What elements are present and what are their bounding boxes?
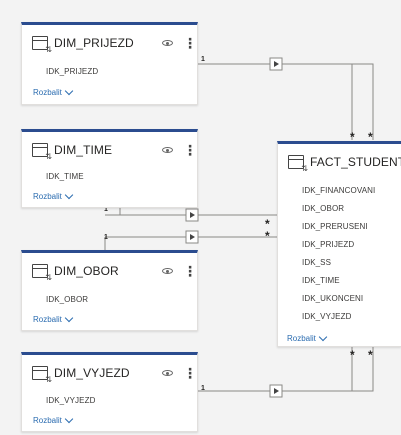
expand-link[interactable]: Rozbalit: [33, 313, 74, 324]
table-card-header[interactable]: ⇅ FACT_STUDENT: [288, 152, 401, 173]
more-options-icon[interactable]: ⋮: [183, 143, 197, 157]
field-item[interactable]: IDK_UKONCENI: [302, 294, 363, 303]
cardinality-one-obor: 1: [104, 234, 108, 241]
field-item[interactable]: IDK_FINANCOVANI: [302, 186, 375, 195]
model-view-canvas[interactable]: 1 1 1 1 * * * * * * ⇅ DIM_PRIJEZD ⋮ IDK_…: [0, 0, 401, 435]
table-title: DIM_PRIJEZD: [54, 36, 134, 50]
expand-link[interactable]: Rozbalit: [287, 332, 328, 343]
table-card-header[interactable]: ⇅ DIM_VYJEZD ⋮: [32, 363, 197, 384]
relationship-line-prijezd: [198, 63, 353, 140]
cardinality-many-vyjezd-1: *: [350, 348, 355, 362]
table-card-header[interactable]: ⇅ DIM_TIME ⋮: [32, 140, 197, 161]
field-item[interactable]: IDK_TIME: [46, 172, 84, 181]
field-item[interactable]: IDK_SS: [302, 258, 331, 267]
expand-link[interactable]: Rozbalit: [33, 190, 74, 201]
table-icon: ⇅: [32, 264, 52, 282]
table-card-dim-prijezd[interactable]: ⇅ DIM_PRIJEZD ⋮ IDK_PRIJEZD Rozbalit: [21, 22, 198, 105]
visibility-eye-icon[interactable]: [161, 369, 175, 378]
field-item[interactable]: IDK_VYJEZD: [46, 396, 95, 405]
field-item[interactable]: IDK_VYJEZD: [302, 312, 351, 321]
cardinality-one-prijezd: 1: [201, 56, 205, 63]
relationship-line-prijezd-outer: [352, 63, 374, 140]
field-item[interactable]: IDK_OBOR: [46, 295, 88, 304]
table-title: DIM_TIME: [54, 143, 113, 157]
chevron-down-icon: [318, 332, 328, 341]
more-options-icon[interactable]: ⋮: [183, 366, 197, 380]
cardinality-one-vyjezd: 1: [201, 385, 205, 392]
table-card-header[interactable]: ⇅ DIM_PRIJEZD ⋮: [32, 33, 197, 54]
chevron-down-icon: [64, 414, 74, 423]
table-icon: ⇅: [32, 143, 52, 161]
cardinality-many-obor: *: [265, 229, 270, 243]
expand-label: Rozbalit: [287, 334, 316, 343]
table-icon: ⇅: [32, 366, 52, 384]
field-item[interactable]: IDK_PRERUSENI: [302, 222, 368, 231]
expand-link[interactable]: Rozbalit: [33, 414, 74, 425]
more-options-icon[interactable]: ⋮: [183, 36, 197, 50]
expand-link[interactable]: Rozbalit: [33, 86, 74, 97]
table-title: DIM_OBOR: [54, 264, 119, 278]
expand-label: Rozbalit: [33, 88, 62, 97]
expand-label: Rozbalit: [33, 416, 62, 425]
field-item[interactable]: IDK_OBOR: [302, 204, 344, 213]
chevron-down-icon: [64, 86, 74, 95]
chevron-down-icon: [64, 313, 74, 322]
table-icon: ⇅: [32, 36, 52, 54]
field-item[interactable]: IDK_PRIJEZD: [46, 67, 98, 76]
field-item[interactable]: IDK_TIME: [302, 276, 340, 285]
visibility-eye-icon[interactable]: [161, 39, 175, 48]
table-title: DIM_VYJEZD: [54, 366, 130, 380]
more-options-icon[interactable]: ⋮: [183, 264, 197, 278]
table-card-fact-student[interactable]: ⇅ FACT_STUDENT IDK_FINANCOVANI IDK_OBOR …: [277, 141, 401, 347]
field-item[interactable]: IDK_PRIJEZD: [302, 240, 354, 249]
visibility-eye-icon[interactable]: [161, 267, 175, 276]
cardinality-many-vyjezd-2: *: [368, 348, 373, 362]
relationship-line-vyjezd: [198, 345, 353, 392]
table-icon: ⇅: [288, 155, 308, 173]
table-card-header[interactable]: ⇅ DIM_OBOR ⋮: [32, 261, 197, 282]
visibility-eye-icon[interactable]: [161, 146, 175, 155]
expand-label: Rozbalit: [33, 315, 62, 324]
expand-label: Rozbalit: [33, 192, 62, 201]
table-title: FACT_STUDENT: [310, 155, 401, 169]
table-card-dim-time[interactable]: ⇅ DIM_TIME ⋮ IDK_TIME Rozbalit: [21, 129, 198, 208]
chevron-down-icon: [64, 190, 74, 199]
table-card-dim-obor[interactable]: ⇅ DIM_OBOR ⋮ IDK_OBOR Rozbalit: [21, 250, 198, 331]
table-card-dim-vyjezd[interactable]: ⇅ DIM_VYJEZD ⋮ IDK_VYJEZD Rozbalit: [21, 352, 198, 432]
